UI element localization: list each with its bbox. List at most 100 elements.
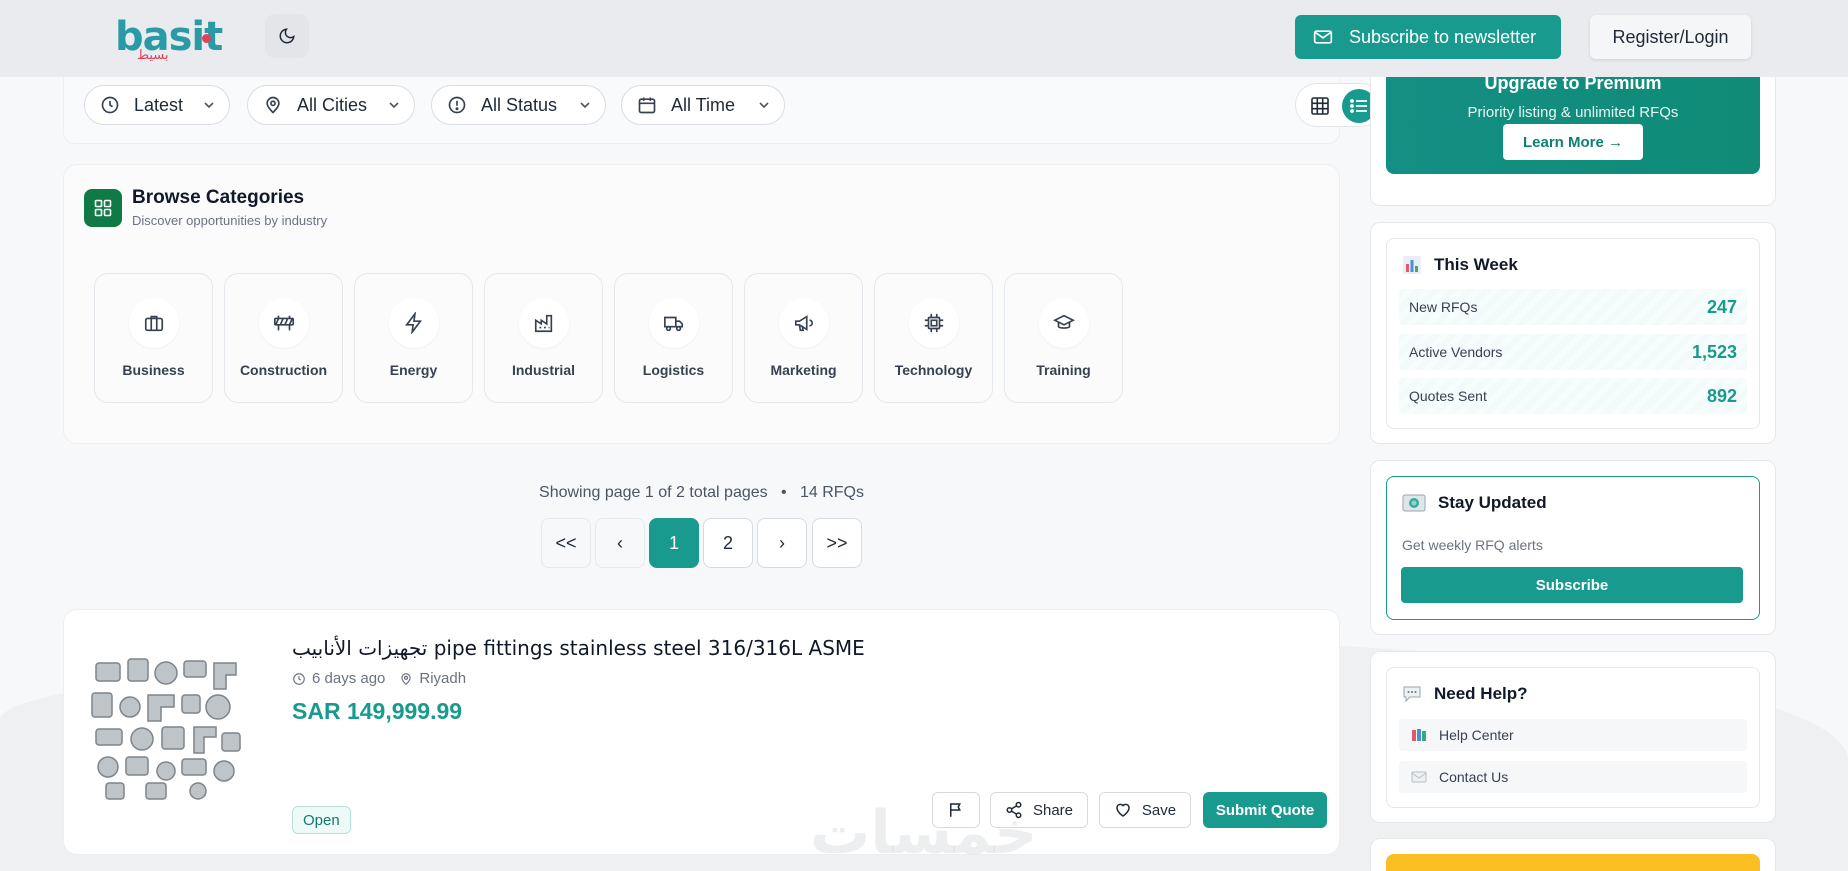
category-tile-training[interactable]: Training [1004,273,1123,403]
premium-banner: Upgrade to Premium Priority listing & un… [1386,61,1760,174]
this-week-panel: This Week New RFQs 247 Active Vendors 1,… [1386,238,1760,429]
chevron-down-icon [580,102,590,109]
apps-grid-icon [94,199,112,217]
moon-icon [279,28,295,44]
city-filter-dropdown[interactable]: All Cities [247,85,415,125]
rfq-product-image[interactable] [86,655,246,805]
help-center-label: Help Center [1439,727,1514,743]
category-icon-circle [519,298,569,348]
logo-arabic: بسيط [137,48,169,63]
rfq-title[interactable]: تجهيزات الأنابيب pipe fittings stainless… [292,636,865,660]
stat-label: Active Vendors [1409,344,1503,360]
rfq-city: Riyadh [419,670,467,687]
chevron-down-icon [759,102,769,109]
subscribe-newsletter-button[interactable]: Subscribe to newsletter [1295,15,1561,59]
stat-value: 247 [1706,296,1737,317]
megaphone-icon [794,315,814,332]
category-icon-circle [259,298,309,348]
briefcase-icon [144,315,164,332]
chevron-down-icon [389,102,399,109]
city-filter-label: All Cities [297,94,368,115]
need-help-card: Need Help? Help Center Contact Us [1370,651,1776,823]
prev-page-button[interactable]: ‹ [595,518,645,568]
status-filter-dropdown[interactable]: All Status [431,85,606,125]
time-filter-label: All Time [671,94,736,115]
submit-quote-button[interactable]: Submit Quote [1203,792,1327,828]
category-tile-energy[interactable]: Energy [354,273,473,403]
this-week-header: This Week [1402,255,1518,275]
subscribe-newsletter-label: Subscribe to newsletter [1349,26,1537,47]
help-center-link[interactable]: Help Center [1399,719,1747,751]
rfq-card[interactable]: تجهيزات الأنابيب pipe fittings stainless… [63,609,1340,855]
newspaper-icon [1402,494,1426,512]
save-label: Save [1141,801,1177,819]
contact-us-link[interactable]: Contact Us [1399,761,1747,793]
categories-icon-box [84,189,122,227]
category-tile-technology[interactable]: Technology [874,273,993,403]
pagination-summary: Showing page 1 of 2 total pages [539,484,768,501]
top-header: basit بسيط Subscribe to newsletter Regis… [0,0,1848,77]
category-icon-circle [649,298,699,348]
stat-value: 892 [1706,385,1737,406]
this-week-card: This Week New RFQs 247 Active Vendors 1,… [1370,222,1776,444]
category-tile-industrial[interactable]: Industrial [484,273,603,403]
rfq-status-badge: Open [292,806,351,834]
category-icon-circle [1039,298,1089,348]
category-tile-marketing[interactable]: Marketing [744,273,863,403]
category-label: Business [122,362,185,378]
category-label: Energy [389,362,438,378]
promo-banner[interactable] [1386,854,1760,871]
need-help-panel: Need Help? Help Center Contact Us [1386,667,1760,808]
next-page-button[interactable]: › [757,518,807,568]
learn-more-button[interactable]: Learn More → [1503,124,1643,160]
heart-icon [1116,803,1130,817]
stay-updated-panel: Stay Updated Get weekly RFQ alerts Subsc… [1386,476,1760,620]
books-icon [1412,729,1426,741]
subscribe-button[interactable]: Subscribe [1401,567,1743,603]
page-2-button[interactable]: 2 [703,518,753,568]
grid-view-button[interactable] [1308,94,1332,118]
rfq-meta: 6 days ago Riyadh [292,670,466,687]
envelope-icon [1411,771,1427,783]
page-1-button[interactable]: 1 [649,518,699,568]
categories-title: Browse Categories [132,187,305,208]
category-tile-business[interactable]: Business [94,273,213,403]
category-label: Marketing [770,362,837,378]
stat-row-quotes-sent: Quotes Sent 892 [1399,378,1747,414]
category-icon-circle [909,298,959,348]
category-tile-construction[interactable]: Construction [224,273,343,403]
register-login-button[interactable]: Register/Login [1590,15,1751,59]
dark-mode-toggle[interactable] [265,14,309,58]
categories-subtitle: Discover opportunities by industry [132,213,328,228]
stat-row-new-rfqs: New RFQs 247 [1399,289,1747,325]
stat-label: New RFQs [1409,299,1478,315]
sort-filter-dropdown[interactable]: Latest [84,85,230,125]
stat-label: Quotes Sent [1409,388,1487,404]
clock-icon [101,96,119,114]
premium-subtitle: Priority listing & unlimited RFQs [1467,104,1679,121]
stat-row-active-vendors: Active Vendors 1,523 [1399,334,1747,370]
speech-bubble-icon [1403,686,1421,703]
first-page-button[interactable]: << [541,518,591,568]
calendar-icon [638,97,656,114]
brand-logo[interactable]: basit بسيط [115,14,223,64]
chip-icon [924,313,944,333]
category-icon-circle [129,298,179,348]
save-button[interactable]: Save [1099,792,1191,828]
clock-icon [293,672,305,685]
pagination-info: Showing page 1 of 2 total pages • 14 RFQ… [63,484,1340,502]
stay-updated-title: Stay Updated [1438,493,1547,512]
barrier-icon [274,315,294,331]
lightning-icon [405,312,423,334]
category-tile-logistics[interactable]: Logistics [614,273,733,403]
rfq-posted-time: 6 days ago [312,670,386,687]
map-pin-icon [401,672,412,685]
category-label: Construction [239,362,328,378]
last-page-button[interactable]: >> [812,518,862,568]
rfq-count: 14 RFQs [799,484,864,501]
chevron-down-icon [204,102,214,109]
bar-chart-icon [1403,256,1421,274]
stay-updated-subtitle: Get weekly RFQ alerts [1402,537,1543,553]
truck-icon [664,316,684,332]
time-filter-dropdown[interactable]: All Time [621,85,785,125]
